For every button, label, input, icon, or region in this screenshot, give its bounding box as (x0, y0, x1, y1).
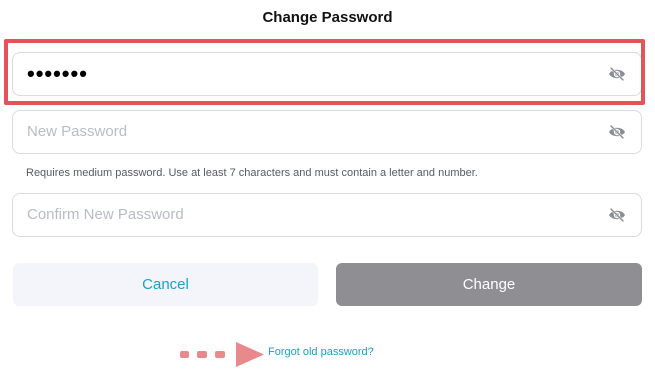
page-title: Change Password (262, 9, 393, 26)
eye-slash-icon[interactable] (607, 124, 627, 140)
confirm-password-placeholder: Confirm New Password (27, 206, 184, 223)
old-password-value: ••••••• (27, 61, 88, 86)
cancel-button[interactable]: Cancel (13, 263, 318, 306)
eye-slash-icon[interactable] (607, 66, 627, 82)
password-requirements-hint: Requires medium password. Use at least 7… (26, 167, 478, 179)
new-password-field[interactable]: New Password (12, 110, 642, 154)
confirm-password-field[interactable]: Confirm New Password (12, 193, 642, 237)
eye-slash-icon[interactable] (607, 207, 627, 223)
forgot-password-link[interactable]: Forgot old password? (268, 346, 374, 358)
change-button[interactable]: Change (336, 263, 642, 306)
arrow-annotation (180, 342, 264, 367)
old-password-field[interactable]: ••••••• (12, 52, 642, 96)
new-password-placeholder: New Password (27, 123, 128, 140)
